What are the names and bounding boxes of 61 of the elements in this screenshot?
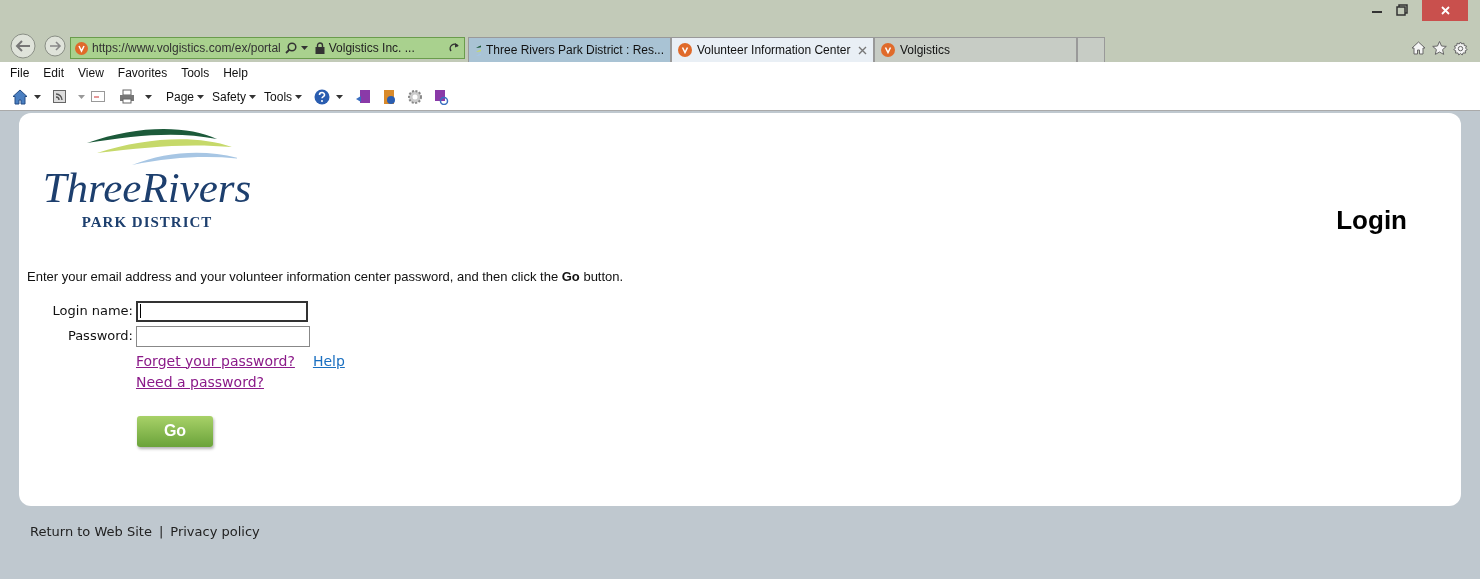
- close-icon[interactable]: [858, 45, 867, 55]
- toolbar-menu-button[interactable]: Tools: [264, 87, 303, 106]
- url-text: https://www.volgistics.com/ex/portal: [92, 40, 281, 57]
- home-icon[interactable]: [1411, 41, 1426, 55]
- notebook-icon[interactable]: [433, 88, 450, 105]
- forward-icon[interactable]: [44, 35, 66, 57]
- site-icon: [881, 43, 895, 57]
- help-icon[interactable]: [314, 88, 331, 105]
- caret-icon: [197, 94, 205, 99]
- close-button[interactable]: [1422, 0, 1468, 21]
- link[interactable]: Forget your password?: [136, 350, 295, 372]
- lock-icon: [314, 42, 325, 54]
- waves-icon: [475, 43, 481, 57]
- caret-icon[interactable]: [300, 46, 308, 50]
- caret-icon[interactable]: [34, 94, 41, 99]
- caret-icon[interactable]: [336, 94, 344, 99]
- search-icon[interactable]: [284, 42, 297, 54]
- caret-icon: [295, 94, 303, 99]
- star-icon[interactable]: [1432, 41, 1447, 55]
- instructions-text: Enter your email address and your volunteer information center password, and then click the Go button.: [27, 268, 625, 286]
- settings-icon[interactable]: [407, 88, 424, 105]
- browser-tab[interactable]: Volgistics: [874, 37, 1077, 62]
- menu-item[interactable]: Help: [223, 63, 248, 82]
- menu-item[interactable]: View: [78, 63, 104, 82]
- field-label: Login name:: [51, 302, 133, 321]
- site-identity: Volgistics Inc. ...: [328, 40, 415, 57]
- link[interactable]: Need a password?: [136, 373, 264, 390]
- footer-link[interactable]: Privacy policy: [170, 522, 260, 542]
- notebook-icon[interactable]: [381, 88, 398, 105]
- close-icon: [1440, 6, 1450, 15]
- site-icon: [75, 41, 88, 55]
- link[interactable]: Help: [312, 350, 345, 372]
- refresh-icon[interactable]: [449, 42, 460, 54]
- minimize-icon[interactable]: [1372, 10, 1382, 14]
- feed-icon[interactable]: [53, 90, 66, 103]
- page-heading: Login: [1336, 204, 1407, 237]
- home-icon[interactable]: [12, 88, 28, 105]
- browser-tab[interactable]: Three Rivers Park District : Res...: [468, 37, 671, 62]
- field-label: Password:: [66, 327, 133, 346]
- separator-text: |: [158, 523, 164, 541]
- menu-item[interactable]: File: [10, 63, 30, 82]
- footer-link[interactable]: Return to Web Site: [30, 522, 152, 542]
- site-icon: [678, 43, 692, 57]
- settings-icon[interactable]: [1453, 41, 1468, 56]
- menu-item[interactable]: Tools: [181, 63, 210, 82]
- caret-icon: [249, 94, 257, 99]
- restore-icon[interactable]: [1396, 4, 1408, 16]
- menu-item[interactable]: Edit: [43, 63, 65, 82]
- logo-tagline: PARK DISTRICT: [81, 212, 213, 232]
- address-bar[interactable]: https://www.volgistics.com/ex/portal Volgistics Inc. ...: [70, 37, 465, 59]
- menu-item[interactable]: Favorites: [117, 63, 168, 82]
- caret-icon[interactable]: [145, 94, 152, 99]
- mail-icon[interactable]: [91, 91, 105, 102]
- browser-tab[interactable]: Volunteer Information Center: [671, 37, 874, 62]
- input-field[interactable]: [136, 300, 308, 322]
- printer-icon[interactable]: [119, 89, 135, 104]
- toolbar-menu-button[interactable]: Safety: [212, 87, 257, 106]
- logo-name: ThreeRivers: [42, 166, 252, 209]
- toolbar-menu-button[interactable]: Page: [166, 87, 205, 106]
- input-field[interactable]: [136, 325, 310, 347]
- notebook-icon[interactable]: [355, 88, 372, 105]
